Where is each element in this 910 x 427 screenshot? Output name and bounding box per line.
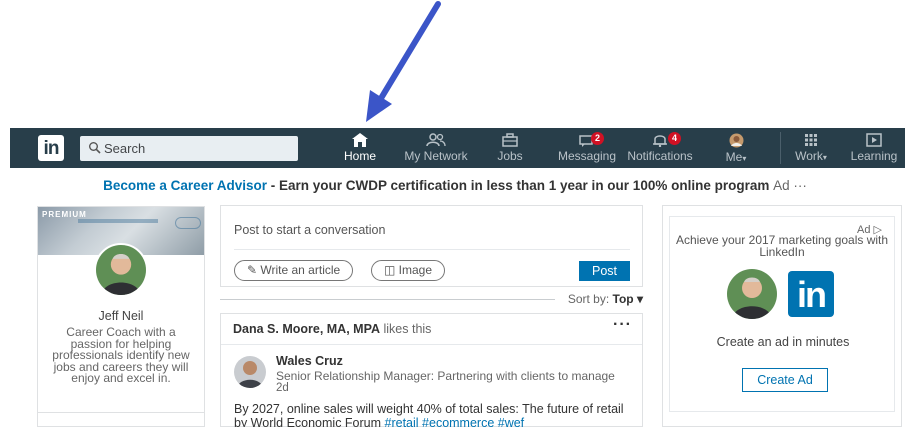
search-input[interactable] (104, 138, 292, 159)
post-text: By 2027, online sales will weight 40% of… (234, 402, 634, 427)
banner-ad-label[interactable]: Ad ··· (773, 178, 807, 193)
search-box[interactable] (80, 136, 298, 161)
grid-icon (805, 134, 817, 146)
nav-learning-label: Learning (850, 149, 898, 163)
nav-my-network[interactable]: My Network (400, 133, 472, 165)
profile-avatar[interactable] (94, 243, 148, 297)
sort-divider (220, 299, 555, 300)
top-nav-bar: in Home My Network Jobs (10, 128, 905, 168)
nav-jobs[interactable]: Jobs (496, 133, 524, 165)
profile-card: PREMIUM Jeff Neil Career Coach with a pa… (37, 206, 205, 427)
play-icon (866, 133, 882, 147)
sort-label: Sort by: (567, 292, 613, 306)
share-divider (234, 249, 630, 250)
actor-photo (234, 356, 266, 388)
create-ad-button[interactable]: Create Ad (742, 368, 828, 392)
share-prompt[interactable]: Post to start a conversation (234, 223, 385, 237)
actor-avatar[interactable] (234, 356, 266, 388)
ad-photo (727, 269, 777, 319)
linkedin-logo-icon: in (788, 271, 834, 317)
briefcase-icon (502, 133, 518, 147)
nav-work[interactable]: Work▾ (788, 133, 834, 165)
post-button[interactable]: Post (579, 261, 630, 281)
ad-subtext: Create an ad in minutes (716, 335, 850, 349)
nav-messaging[interactable]: 2 Messaging (555, 132, 619, 165)
actor-name[interactable]: Wales Cruz (276, 354, 343, 368)
nav-learning[interactable]: Learning (846, 133, 902, 165)
messaging-badge: 2 (591, 132, 604, 145)
liker-name[interactable]: Dana S. Moore, MA, MPA (233, 322, 380, 336)
post-time: 2d (276, 382, 289, 394)
bell-icon (653, 135, 667, 147)
feed-post-card: Dana S. Moore, MA, MPA likes this ··· Wa… (220, 313, 643, 427)
banner-link[interactable]: Become a Career Advisor (103, 178, 267, 193)
home-icon (352, 133, 368, 147)
liker-action: likes this (380, 322, 432, 336)
nav-home[interactable]: Home (342, 133, 378, 165)
ad-headline: Achieve your 2017 marketing goals with L… (675, 233, 889, 259)
cover-decoration-pill (175, 217, 201, 229)
profile-photo (96, 245, 146, 295)
search-icon (89, 142, 101, 154)
actor-headline: Senior Relationship Manager: Partnering … (276, 369, 615, 383)
image-button[interactable]: ◫ Image (371, 260, 446, 281)
nav-me-label: Me▾ (725, 150, 747, 164)
linkedin-logo[interactable]: in (38, 135, 64, 161)
sort-dropdown[interactable]: Sort by: Top ▾ (568, 292, 643, 306)
ad-banner: Become a Career Advisor - Earn your CWDP… (0, 178, 910, 193)
nav-notifications-label: Notifications (627, 149, 693, 163)
nav-separator (780, 132, 781, 164)
annotation-arrow (366, 1, 441, 122)
profile-divider (38, 412, 204, 413)
nav-my-network-label: My Network (404, 149, 468, 163)
people-icon (426, 133, 446, 147)
share-box: Post to start a conversation ✎ Write an … (220, 205, 643, 287)
ad-avatar (727, 269, 777, 319)
more-options-icon[interactable]: ··· (613, 316, 632, 334)
notifications-badge: 4 (668, 132, 681, 145)
sort-value: Top ▾ (612, 292, 643, 306)
sort-row: Sort by: Top ▾ (220, 292, 643, 308)
write-article-button[interactable]: ✎ Write an article (234, 260, 354, 281)
premium-label: PREMIUM (42, 210, 87, 219)
profile-headline: Career Coach with a passion for helping … (52, 325, 190, 385)
post-hashtags[interactable]: #retail #ecommerce #wef (385, 416, 525, 427)
feed-divider (221, 344, 642, 345)
nav-me[interactable]: Me▾ (720, 133, 752, 165)
avatar-icon (729, 133, 743, 148)
nav-home-label: Home (343, 149, 376, 163)
social-context: Dana S. Moore, MA, MPA likes this (233, 322, 431, 336)
cover-decoration (78, 219, 158, 223)
banner-text[interactable]: - Earn your CWDP certification in less t… (267, 178, 770, 193)
ad-content: Ad ▷ Achieve your 2017 marketing goals w… (669, 216, 895, 412)
nav-messaging-label: Messaging (557, 149, 617, 163)
profile-name[interactable]: Jeff Neil (38, 309, 204, 323)
nav-jobs-label: Jobs (497, 149, 523, 163)
ad-card: Ad ▷ Achieve your 2017 marketing goals w… (662, 205, 902, 427)
nav-work-label: Work▾ (795, 149, 827, 163)
nav-notifications[interactable]: 4 Notifications (624, 132, 696, 165)
